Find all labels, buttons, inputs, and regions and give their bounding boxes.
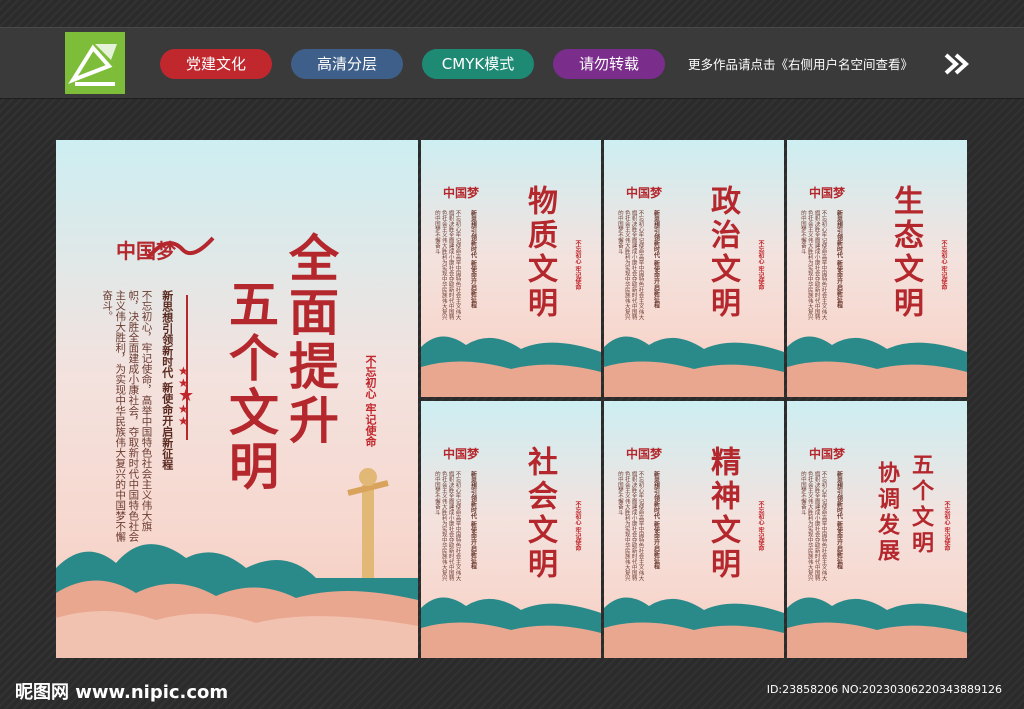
china-dream-logo: 中国梦 [626,447,663,461]
poster-subtitle: 新思想引领新时代 新使命开启新征程 [835,210,843,309]
poster-seal: 不忘初心 牢记使命 [943,501,950,552]
poster-coordinated: 中国梦 五个文明 协调发展 不忘初心牢记使命高举中国特色社会主义伟大旗帜决胜全面… [787,401,967,658]
poster-ecological: 中国梦 生态文明 不忘初心牢记使命高举中国特色社会主义伟大旗帜决胜全面建成小康社… [787,140,967,397]
main-poster: 中国梦 不忘初心，牢记使命，高举中国特色社会主义伟大旗帜，决胜全面建成小康社会，… [56,140,418,658]
poster-title: 政治文明 [705,185,740,321]
stars-icon: ★ ★ ★ ★ ★ [178,364,195,428]
poster-political: 中国梦 政治文明 不忘初心牢记使命高举中国特色社会主义伟大旗帜决胜全面建成小康社… [604,140,784,397]
image-id: ID:23858206 NO:20230306220343889126 [766,683,1002,696]
tag-party-culture: 党建文化 [160,49,272,79]
poster-spiritual: 中国梦 精神文明 不忘初心牢记使命高举中国特色社会主义伟大旗帜决胜全面建成小康社… [604,401,784,658]
poster-subtitle: 新思想引领新时代 新使命开启新征程 [652,471,660,570]
poster-seal: 不忘初心 牢记使命 [574,240,581,291]
poster-body: 不忘初心牢记使命高举中国特色社会主义伟大旗帜决胜全面建成小康社会夺取新时代中国特… [799,471,827,581]
mountain-wave-scene [787,597,967,658]
double-arrow-icon[interactable] [944,53,970,75]
poster-body: 不忘初心牢记使命高举中国特色社会主义伟大旗帜决胜全面建成小康社会夺取新时代中国特… [433,471,461,581]
tag-cmyk: CMYK模式 [422,49,534,79]
tag-hd-layers: 高清分层 [291,49,403,79]
poster-seal: 不忘初心 牢记使命 [757,501,764,552]
poster-seal: 不忘初心 牢记使命 [757,240,764,291]
china-dream-brush-icon [146,236,215,260]
mountain-wave-scene [421,597,601,658]
mountain-wave-scene [56,544,418,658]
poster-seal: 不忘初心 牢记使命 [574,501,581,552]
main-seal: 不忘初心 牢记使命 [364,355,377,447]
main-title-line2: 五个文明 [221,278,280,494]
mountain-wave-scene [787,336,967,397]
mountain-wave-scene [604,336,784,397]
poster-social: 中国梦 社会文明 不忘初心牢记使命高举中国特色社会主义伟大旗帜决胜全面建成小康社… [421,401,601,658]
poster-subtitle: 新思想引领新时代 新使命开启新征程 [469,210,477,309]
poster-subtitle: 新思想引领新时代 新使命开启新征程 [469,471,477,570]
nipic-watermark: 昵图网 www.nipic.com [15,682,229,703]
poster-title: 物质文明 [522,185,557,321]
poster-body: 不忘初心牢记使命高举中国特色社会主义伟大旗帜决胜全面建成小康社会夺取新时代中国特… [616,210,644,320]
china-dream-logo: 中国梦 [443,447,480,461]
mountain-wave-scene [604,597,784,658]
poster-subtitle: 新思想引领新时代 新使命开启新征程 [835,471,843,570]
poster-material: 中国梦 物质文明 不忘初心牢记使命高举中国特色社会主义伟大旗帜决胜全面建成小康社… [421,140,601,397]
china-dream-logo: 中国梦 [626,186,663,200]
poster-subtitle: 新思想引领新时代 新使命开启新征程 [652,210,660,309]
china-dream-logo: 中国梦 [443,186,480,200]
poster-body: 不忘初心牢记使命高举中国特色社会主义伟大旗帜决胜全面建成小康社会夺取新时代中国特… [616,471,644,581]
poster-title: 生态文明 [888,185,923,321]
poster-seal: 不忘初心 牢记使命 [940,240,947,291]
mountain-wave-scene [421,336,601,397]
poster-title: 精神文明 [705,446,740,582]
poster-title: 社会文明 [522,446,557,582]
poster-body: 不忘初心牢记使命高举中国特色社会主义伟大旗帜决胜全面建成小康社会夺取新时代中国特… [799,210,827,320]
logo-icon [65,32,125,94]
poster-body: 不忘初心牢记使命高举中国特色社会主义伟大旗帜决胜全面建成小康社会夺取新时代中国特… [433,210,461,320]
china-dream-logo: 中国梦 [809,447,846,461]
tag-no-repost: 请勿转载 [553,49,665,79]
china-dream-logo: 中国梦 [809,186,846,200]
more-works-link[interactable]: 更多作品请点击《右侧用户名空间查看》 [688,54,913,73]
